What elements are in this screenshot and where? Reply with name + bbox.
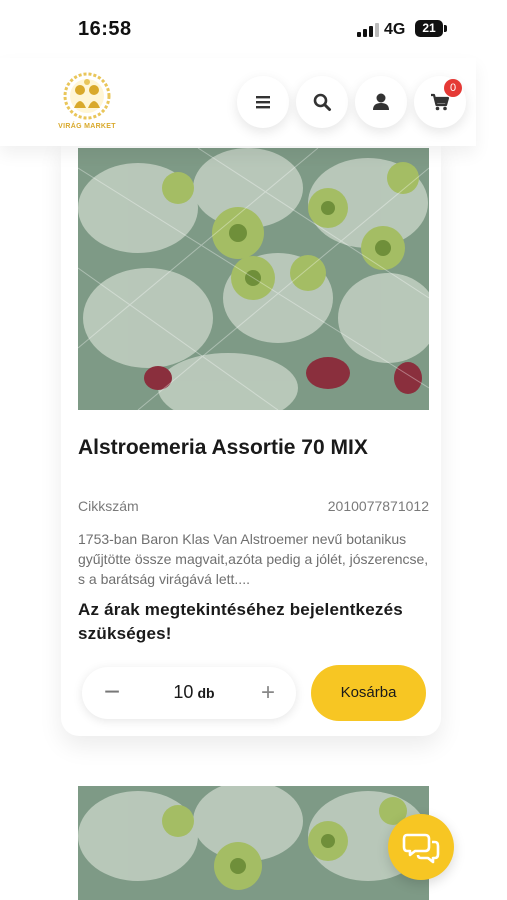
- quantity-stepper: − 10 db +: [82, 667, 296, 719]
- quantity-value: 10: [173, 682, 194, 702]
- login-required-note: Az árak megtekintéséhez bejelentkezés sz…: [78, 600, 403, 643]
- product-photo: [78, 148, 429, 410]
- network-type: 4G: [384, 21, 406, 38]
- next-product-image[interactable]: [78, 786, 429, 900]
- cart-count-badge: 0: [444, 79, 462, 97]
- status-time: 16:58: [78, 18, 132, 40]
- sku-value: 2010077871012: [327, 498, 429, 514]
- add-to-cart-button[interactable]: Kosárba: [311, 665, 426, 721]
- product-card: Alstroemeria Assortie 70 MIX Cikkszám 20…: [61, 140, 441, 736]
- cart-button[interactable]: 0: [414, 76, 466, 128]
- logo[interactable]: VIRÁG MARKET: [52, 70, 122, 136]
- logo-icon: [63, 72, 111, 120]
- sku-label: Cikkszám: [78, 498, 139, 514]
- battery-icon: 21: [415, 20, 443, 37]
- menu-button[interactable]: [237, 76, 289, 128]
- search-icon: [313, 93, 331, 111]
- quantity-display[interactable]: 10 db: [152, 682, 236, 703]
- product-image[interactable]: [78, 148, 429, 410]
- product-description: 1753-ban Baron Klas Van Alstroemer nevű …: [78, 531, 429, 587]
- status-bar: 16:58 4G 21: [0, 0, 507, 58]
- signal-icon: [357, 23, 379, 37]
- product-photo-2: [78, 786, 429, 900]
- user-icon: [373, 93, 389, 110]
- search-button[interactable]: [296, 76, 348, 128]
- chat-icon: [402, 833, 440, 864]
- increase-quantity-button[interactable]: +: [256, 667, 280, 719]
- account-button[interactable]: [355, 76, 407, 128]
- quantity-unit: db: [197, 685, 215, 701]
- battery-tip: [444, 25, 447, 32]
- decrease-quantity-button[interactable]: −: [100, 667, 124, 719]
- menu-icon: [256, 96, 270, 109]
- logo-text: VIRÁG MARKET: [58, 123, 116, 130]
- chat-button[interactable]: [388, 814, 454, 880]
- site-header: VIRÁG MARKET 0: [0, 58, 476, 146]
- product-title[interactable]: Alstroemeria Assortie 70 MIX: [78, 436, 368, 460]
